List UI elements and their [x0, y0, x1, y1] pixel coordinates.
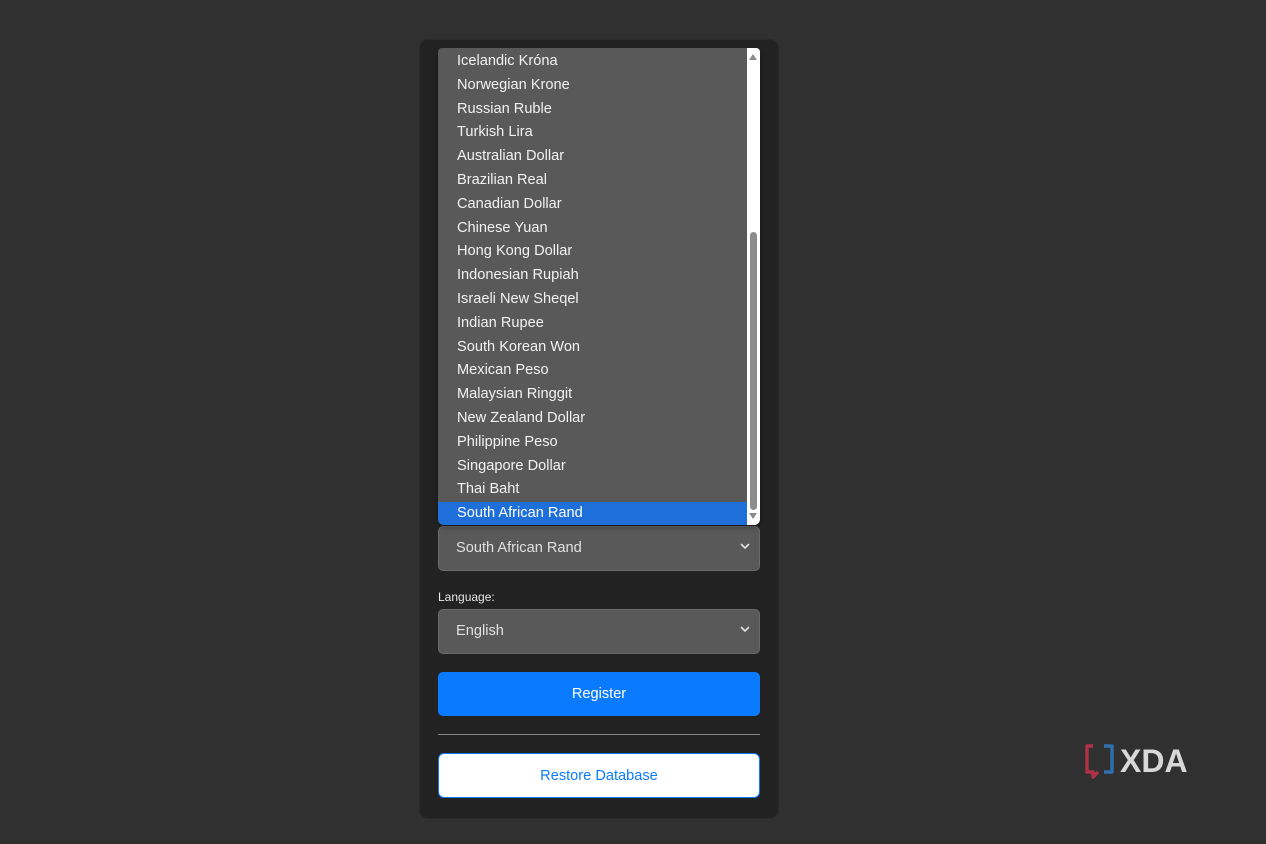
currency-option[interactable]: Chinese Yuan	[438, 217, 760, 241]
scrollbar-thumb[interactable]	[750, 232, 757, 510]
register-button[interactable]: Register	[438, 672, 760, 716]
xda-logo: XDA	[1085, 743, 1188, 779]
currency-option[interactable]: Mexican Peso	[438, 359, 760, 383]
currency-option[interactable]: New Zealand Dollar	[438, 407, 760, 431]
currency-option[interactable]: Israeli New Sheqel	[438, 288, 760, 312]
divider	[438, 734, 760, 735]
restore-database-button[interactable]: Restore Database	[438, 753, 760, 798]
chevron-down-icon	[740, 626, 750, 632]
currency-select[interactable]: South African Rand	[438, 526, 760, 571]
scroll-up-arrow-icon[interactable]	[749, 54, 757, 60]
currency-option[interactable]: Indian Rupee	[438, 312, 760, 336]
scroll-down-arrow-icon[interactable]	[749, 513, 757, 519]
chevron-down-icon	[740, 543, 750, 549]
currency-option[interactable]: South African Rand	[438, 502, 760, 525]
currency-option[interactable]: Malaysian Ringgit	[438, 383, 760, 407]
dropdown-scrollbar[interactable]	[747, 48, 760, 525]
currency-dropdown-list[interactable]: Icelandic Króna Norwegian Krone Russian Ru…	[438, 48, 760, 525]
currency-option[interactable]: Canadian Dollar	[438, 193, 760, 217]
currency-option[interactable]: Brazilian Real	[438, 169, 760, 193]
currency-option[interactable]: Hong Kong Dollar	[438, 240, 760, 264]
currency-option[interactable]: Icelandic Króna	[438, 50, 760, 74]
currency-option[interactable]: Singapore Dollar	[438, 455, 760, 479]
currency-option[interactable]: Turkish Lira	[438, 121, 760, 145]
currency-option[interactable]: South Korean Won	[438, 336, 760, 360]
page: South African Rand Icelandic Króna Norweg…	[0, 0, 1266, 844]
currency-option[interactable]: Australian Dollar	[438, 145, 760, 169]
currency-option[interactable]: Philippine Peso	[438, 431, 760, 455]
language-select-value: English	[456, 623, 504, 639]
language-select[interactable]: English	[438, 609, 760, 654]
language-label: Language:	[438, 590, 495, 604]
currency-select-value: South African Rand	[456, 540, 582, 556]
currency-option[interactable]: Norwegian Krone	[438, 74, 760, 98]
xda-logo-text: XDA	[1120, 743, 1188, 779]
currency-option[interactable]: Thai Baht	[438, 478, 760, 502]
currency-option[interactable]: Indonesian Rupiah	[438, 264, 760, 288]
currency-options: Icelandic Króna Norwegian Krone Russian Ru…	[438, 48, 760, 525]
currency-option[interactable]: Russian Ruble	[438, 98, 760, 122]
